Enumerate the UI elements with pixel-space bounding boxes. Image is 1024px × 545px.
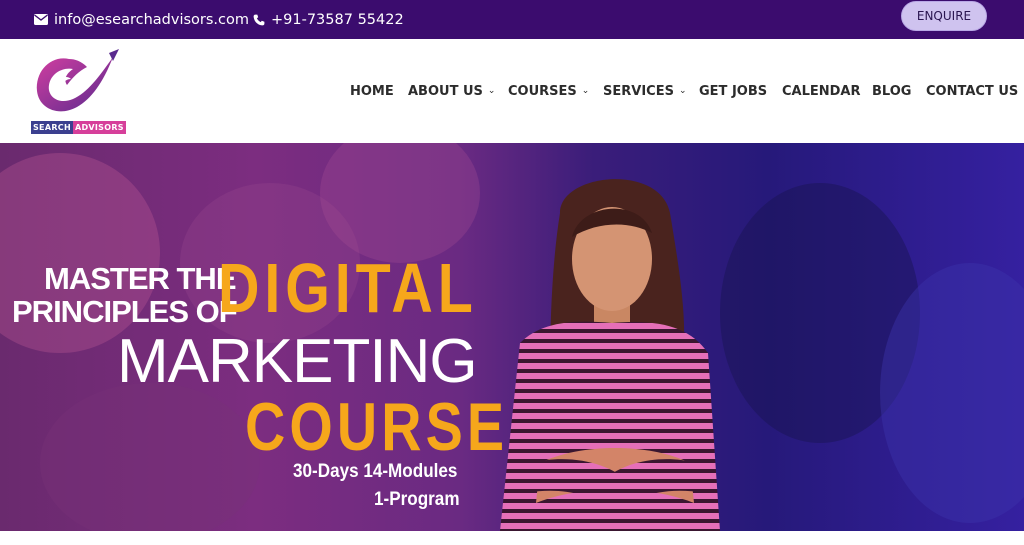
nav-calendar-label: CALENDAR — [782, 83, 861, 99]
nav-home[interactable]: HOME — [350, 39, 394, 143]
nav-services[interactable]: SERVICES ⌄ — [603, 39, 686, 143]
hero-banner[interactable]: MASTER THE PRINCIPLES OF DIGITAL MARKETI… — [0, 143, 1024, 531]
nav-home-label: HOME — [350, 83, 394, 99]
top-bar: info@esearchadvisors.com +91-73587 55422… — [0, 0, 1024, 39]
page-bottom-spacer — [0, 531, 1024, 545]
chevron-down-icon: ⌄ — [487, 86, 496, 96]
nav-blog[interactable]: BLOG — [872, 39, 911, 143]
nav-get-jobs[interactable]: GET JOBS — [699, 39, 767, 143]
hero-sub-days-modules: 30-Days 14-Modules — [293, 461, 458, 482]
nav-about-us-label: ABOUT US — [408, 83, 483, 99]
hero-line-marketing: MARKETING — [117, 327, 478, 396]
hero-highlight-course: COURSE — [245, 389, 509, 465]
nav-get-jobs-label: GET JOBS — [699, 83, 768, 99]
enquire-button[interactable]: ENQUIRE — [901, 1, 987, 31]
email-text: info@esearchadvisors.com — [54, 11, 249, 28]
phone-link[interactable]: +91-73587 55422 — [253, 0, 404, 39]
phone-text: +91-73587 55422 — [271, 11, 404, 28]
logo-word-advisors: ADVISORS — [72, 121, 126, 134]
nav-about-us[interactable]: ABOUT US ⌄ — [408, 39, 495, 143]
nav-courses-label: COURSES — [508, 83, 577, 99]
site-logo[interactable]: SEARCH ADVISORS — [29, 47, 126, 137]
nav-blog-label: BLOG — [872, 83, 912, 99]
envelope-icon — [34, 14, 48, 25]
hero-bg-shape — [40, 383, 260, 531]
chevron-down-icon: ⌄ — [581, 86, 590, 96]
nav-services-label: SERVICES — [603, 83, 674, 99]
logo-word-search: SEARCH — [31, 121, 73, 134]
logo-wordmark: SEARCH ADVISORS — [31, 121, 126, 134]
chevron-down-icon: ⌄ — [678, 86, 687, 96]
hero-sub-program: 1-Program — [374, 489, 460, 510]
phone-icon — [253, 14, 265, 25]
email-link[interactable]: info@esearchadvisors.com — [34, 0, 249, 39]
nav-contact-us-label: CONTACT US — [926, 83, 1019, 99]
nav-calendar[interactable]: CALENDAR — [782, 39, 861, 143]
hero-line-principles: PRINCIPLES OF — [12, 294, 238, 329]
nav-contact-us[interactable]: CONTACT US — [926, 39, 1018, 143]
nav-courses[interactable]: COURSES ⌄ — [508, 39, 589, 143]
hero-highlight-digital: DIGITAL — [218, 249, 478, 327]
logo-swirl-icon — [36, 49, 119, 112]
hero-line-master: MASTER THE — [44, 261, 236, 296]
site-header: SEARCH ADVISORS HOME ABOUT US ⌄ COURSES … — [0, 39, 1024, 143]
hero-model-image — [500, 179, 720, 531]
